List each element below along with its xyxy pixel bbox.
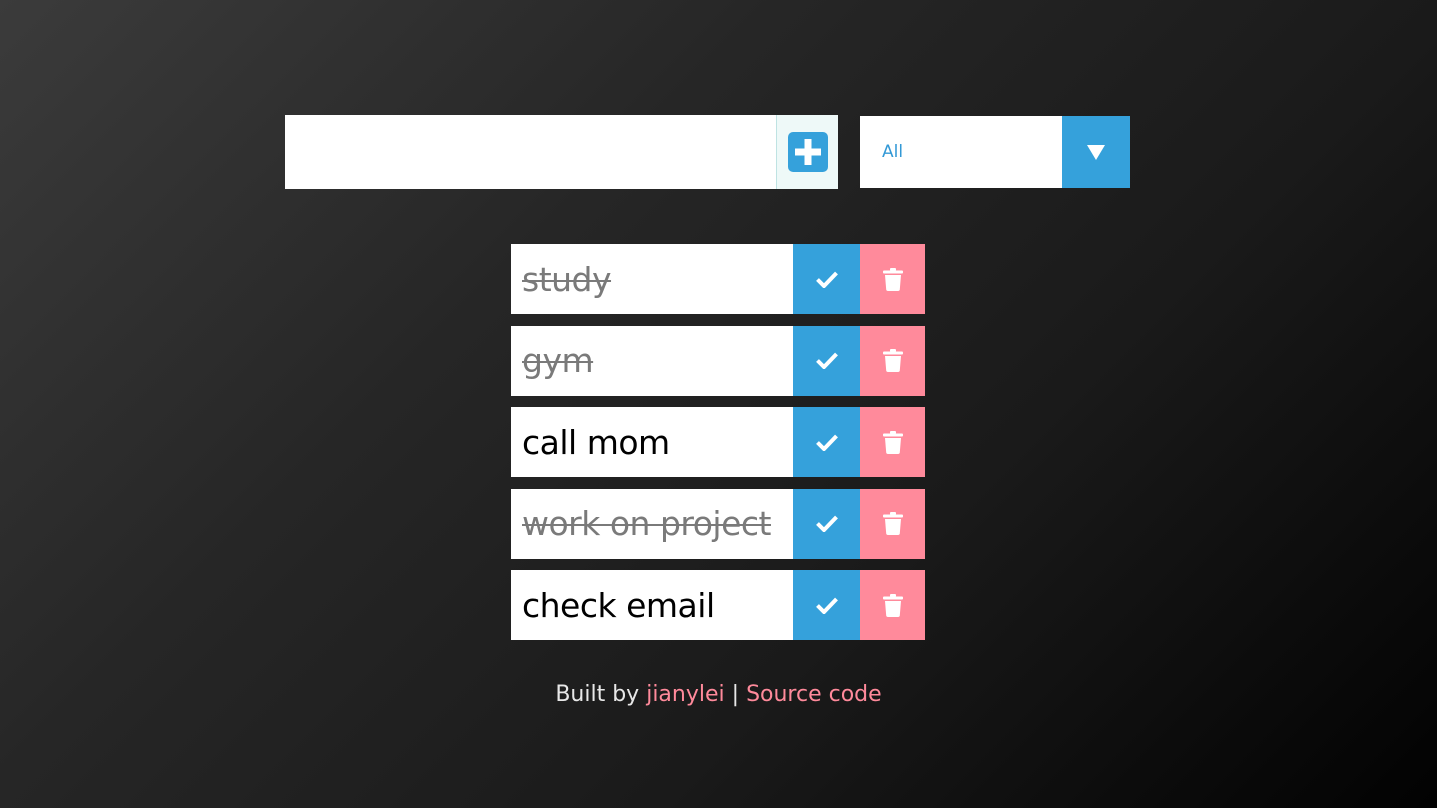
todo-item: check email xyxy=(511,570,925,640)
todo-text: study xyxy=(511,244,793,314)
trash-icon xyxy=(882,267,903,291)
delete-button[interactable] xyxy=(860,325,925,396)
footer: Built by jianylei | Source code xyxy=(0,682,1437,707)
todo-text: call mom xyxy=(511,407,793,477)
check-icon xyxy=(815,271,838,288)
delete-button[interactable] xyxy=(860,407,925,477)
delete-button[interactable] xyxy=(860,488,925,559)
check-icon xyxy=(815,434,838,451)
filter-select[interactable]: All xyxy=(860,116,1130,188)
todo-text: check email xyxy=(511,570,793,640)
filter-selected-value: All xyxy=(882,142,904,162)
todo-text: work on project xyxy=(511,488,793,559)
delete-button[interactable] xyxy=(860,570,925,640)
plus-icon xyxy=(787,132,828,172)
complete-button[interactable] xyxy=(793,570,860,640)
complete-button[interactable] xyxy=(793,488,860,559)
todo-list: study gym call mom work on project check… xyxy=(511,244,925,652)
complete-button[interactable] xyxy=(793,244,860,314)
add-button[interactable] xyxy=(776,115,838,189)
check-icon xyxy=(815,352,838,369)
footer-prefix: Built by xyxy=(555,682,640,707)
todo-input[interactable] xyxy=(285,115,776,189)
complete-button[interactable] xyxy=(793,407,860,477)
caret-down-icon xyxy=(1087,145,1105,160)
trash-icon xyxy=(882,512,903,535)
todo-item: study xyxy=(511,244,925,314)
todo-item: work on project xyxy=(511,488,925,559)
add-todo-form xyxy=(285,115,838,189)
footer-separator: | xyxy=(731,682,740,707)
trash-icon xyxy=(882,593,903,617)
check-icon xyxy=(815,597,838,614)
source-code-link[interactable]: Source code xyxy=(746,682,882,707)
trash-icon xyxy=(882,349,903,372)
todo-item: gym xyxy=(511,325,925,396)
trash-icon xyxy=(882,430,903,454)
filter-dropdown-button[interactable] xyxy=(1062,116,1130,188)
complete-button[interactable] xyxy=(793,325,860,396)
todo-item: call mom xyxy=(511,407,925,477)
author-link[interactable]: jianylei xyxy=(646,682,724,707)
check-icon xyxy=(815,515,838,532)
delete-button[interactable] xyxy=(860,244,925,314)
todo-text: gym xyxy=(511,325,793,396)
